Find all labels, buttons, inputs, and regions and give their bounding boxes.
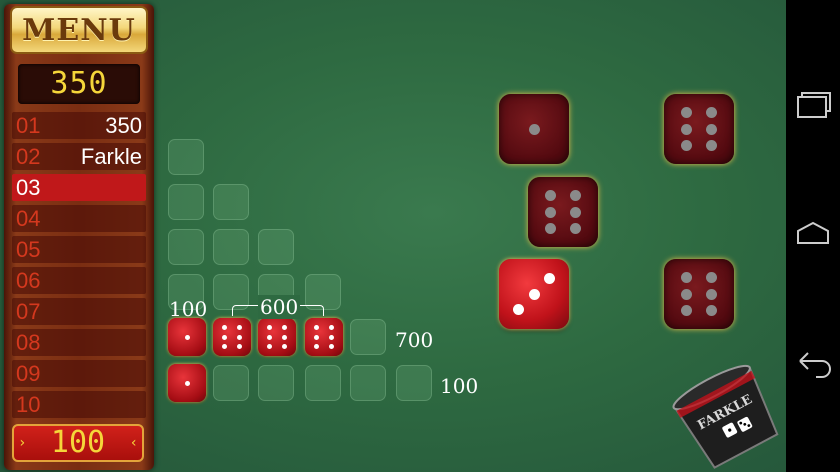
back-icon[interactable] (786, 335, 840, 395)
round-row: 06 (12, 267, 146, 294)
kept-die (258, 318, 296, 356)
round-number: 08 (16, 330, 41, 355)
round-row: 04 (12, 205, 146, 232)
round-number: 01 (16, 113, 41, 138)
home-icon[interactable] (786, 205, 840, 265)
die-slot (168, 229, 204, 265)
die-slot (258, 365, 294, 401)
kept-die (305, 318, 343, 356)
round-row: 07 (12, 298, 146, 325)
round-number: 04 (16, 206, 41, 231)
chevron-left-icon: ‹ (129, 435, 138, 451)
score-label-700: 700 (395, 328, 434, 352)
die-slot (350, 365, 386, 401)
android-nav-bar (786, 0, 840, 472)
round-number: 02 (16, 144, 41, 169)
chevron-right-icon: › (18, 435, 27, 451)
round-row: 01 350 (12, 112, 146, 139)
round-number: 07 (16, 299, 41, 324)
round-row: 08 (12, 329, 146, 356)
round-row: 05 (12, 236, 146, 263)
round-number: 10 (16, 392, 41, 417)
die-slot (258, 229, 294, 265)
score-panel: MENU 350 01 350 02 Farkle 03 04 05 06 07 08 09 10 ›… (4, 4, 154, 470)
die-slot (168, 184, 204, 220)
total-score: 350 (18, 64, 140, 104)
round-score: 350 (105, 113, 142, 138)
die-slot (396, 365, 432, 401)
turn-score: › 100 ‹ (12, 424, 144, 462)
dice-cup[interactable]: FARKLE (660, 345, 785, 470)
rolled-die[interactable] (528, 177, 598, 247)
score-label-600: 600 (258, 295, 301, 319)
round-number: 09 (16, 361, 41, 386)
round-score: Farkle (80, 144, 142, 169)
score-label-100: 100 (169, 297, 208, 321)
kept-die (168, 364, 206, 402)
die-slot (305, 365, 341, 401)
die-slot (168, 139, 204, 175)
kept-die (168, 318, 206, 356)
die-slot (213, 229, 249, 265)
score-label-row5: 100 (440, 374, 479, 398)
round-number: 03 (16, 175, 41, 200)
round-row: 02 Farkle (12, 143, 146, 170)
round-row: 03 (12, 174, 146, 201)
kept-die (213, 318, 251, 356)
rolled-die[interactable] (664, 259, 734, 329)
die-slot (350, 319, 386, 355)
rolled-die[interactable] (664, 94, 734, 164)
rolled-die[interactable] (499, 259, 569, 329)
rolled-die[interactable] (499, 94, 569, 164)
die-slot (213, 184, 249, 220)
round-row: 09 (12, 360, 146, 387)
round-number: 05 (16, 237, 41, 262)
recent-apps-icon[interactable] (786, 75, 840, 135)
menu-button[interactable]: MENU (10, 6, 148, 54)
turn-score-value: 100 (50, 425, 106, 460)
round-number: 06 (16, 268, 41, 293)
die-slot (213, 365, 249, 401)
round-row: 10 (12, 391, 146, 418)
